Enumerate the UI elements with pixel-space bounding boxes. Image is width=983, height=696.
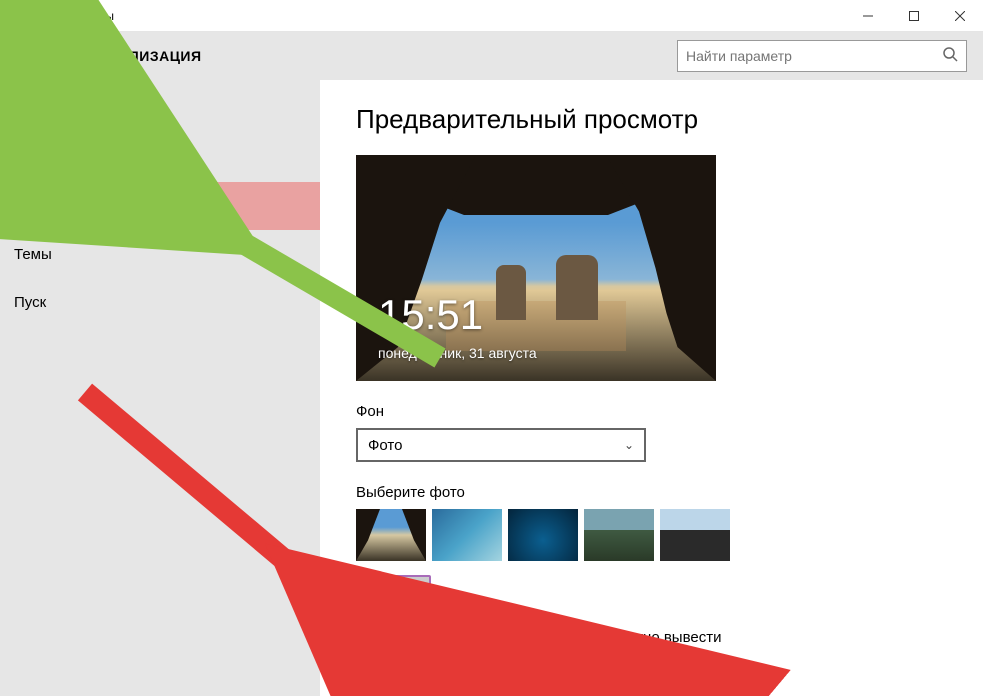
chevron-down-icon: ⌄ xyxy=(624,438,634,452)
sidebar-item-label: Темы xyxy=(14,246,52,263)
sidebar-item-label: Экран блокировки xyxy=(14,198,140,215)
search-icon xyxy=(942,46,958,67)
sidebar-item-colors[interactable]: Цвета xyxy=(0,134,320,182)
maximize-button[interactable] xyxy=(891,0,937,32)
minimize-button[interactable] xyxy=(845,0,891,32)
choose-photo-label: Выберите фото xyxy=(356,484,947,501)
gear-icon xyxy=(14,43,36,70)
arrow-left-icon xyxy=(16,8,32,24)
maximize-icon xyxy=(909,11,919,21)
browse-button[interactable]: Обзор xyxy=(356,575,431,605)
sidebar-item-background[interactable]: Фон xyxy=(0,86,320,134)
photo-thumbnail[interactable] xyxy=(584,509,654,561)
background-dropdown[interactable]: Фото ⌄ xyxy=(356,428,646,462)
photo-thumbnail[interactable] xyxy=(432,509,502,561)
sidebar-item-lockscreen[interactable]: Экран блокировки xyxy=(0,182,320,230)
sidebar-item-start[interactable]: Пуск xyxy=(0,278,320,326)
lockscreen-preview: 15:51 понедельник, 31 августа xyxy=(356,155,716,381)
sidebar-item-themes[interactable]: Темы xyxy=(0,230,320,278)
search-input-container[interactable] xyxy=(677,40,967,72)
browse-label: Обзор xyxy=(372,582,415,599)
dropdown-value: Фото xyxy=(368,437,402,454)
category-title: ПЕРСОНАЛИЗАЦИЯ xyxy=(56,48,677,64)
search-input[interactable] xyxy=(686,48,942,64)
back-button[interactable] xyxy=(0,0,48,32)
sidebar-item-label: Фон xyxy=(14,102,42,119)
window-title: Параметры xyxy=(48,9,845,23)
minimize-icon xyxy=(863,11,873,21)
app-prompt: Выберите приложение, для которого нужно … xyxy=(356,629,947,646)
preview-time: 15:51 xyxy=(378,291,483,339)
preview-heading: Предварительный просмотр xyxy=(356,104,947,135)
content-panel: Предварительный просмотр 15:51 понедельн… xyxy=(320,80,983,696)
sidebar: Фон Цвета Экран блокировки Темы Пуск xyxy=(0,80,320,696)
preview-date: понедельник, 31 августа xyxy=(378,345,537,361)
photo-thumbnail[interactable] xyxy=(508,509,578,561)
sidebar-item-label: Цвета xyxy=(14,150,56,167)
background-label: Фон xyxy=(356,403,947,420)
sidebar-item-label: Пуск xyxy=(14,294,46,311)
close-button[interactable] xyxy=(937,0,983,32)
close-icon xyxy=(955,11,965,21)
photo-thumbnail[interactable] xyxy=(356,509,426,561)
photo-thumbnail[interactable] xyxy=(660,509,730,561)
